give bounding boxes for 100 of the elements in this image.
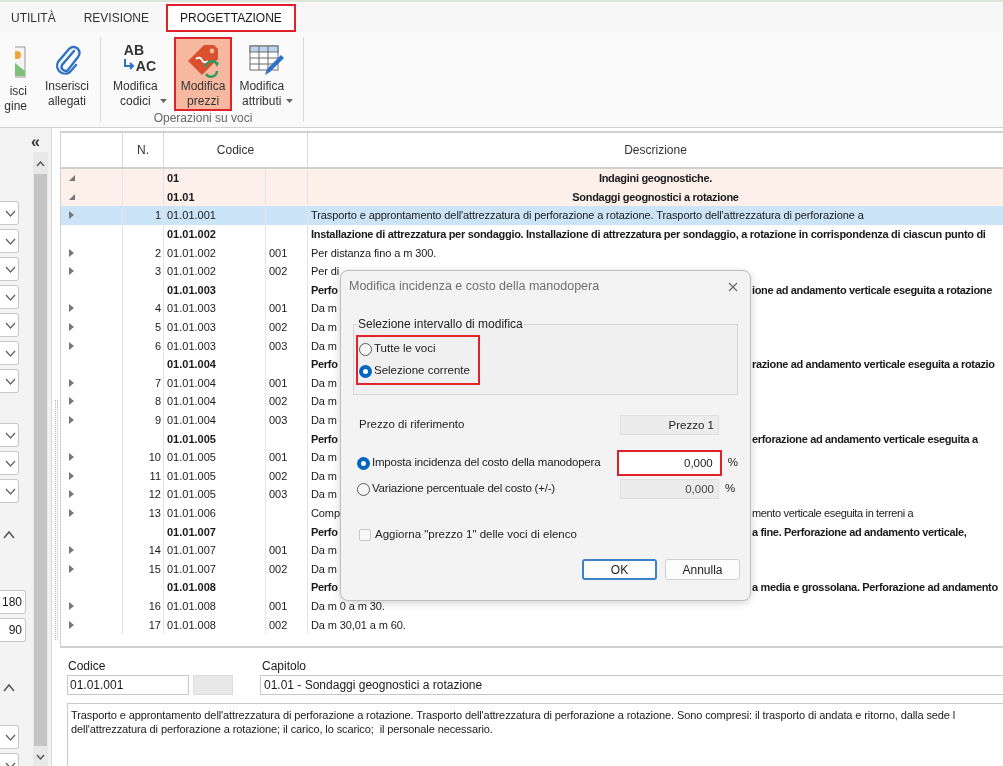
ok-button[interactable]: OK — [582, 559, 657, 581]
dropdown-field[interactable] — [0, 201, 19, 225]
percent-field[interactable]: 0,000 — [620, 479, 719, 499]
percent-field[interactable]: 0,000 — [617, 450, 722, 476]
expand-icon — [69, 490, 74, 499]
chevron-down-icon — [5, 459, 16, 467]
table-cell-text: 001 — [269, 598, 288, 614]
table-row[interactable]: 1 01.01.001 Trasporto e approntamento dell'attrezzatura di perforazione a rotazione. Trasporto dell'attrezzatura di perforazione a — [61, 206, 1003, 225]
table-cell-text: 01.01.002 — [167, 264, 216, 280]
table-cell-text: 01 — [167, 171, 180, 187]
column-header[interactable]: Codice — [216, 141, 255, 159]
table-cell-text: 002 — [269, 320, 288, 336]
table-cell-text: 01.01.003 — [167, 282, 216, 298]
dropdown-field[interactable] — [0, 341, 19, 365]
code-suffix-field[interactable] — [193, 675, 233, 695]
table-cell-text: 01.01.003 — [167, 320, 216, 336]
ribbon-button[interactable]: Inserisci allegati — [38, 37, 96, 111]
checkbox-label[interactable]: Aggiorna "prezzo 1" delle voci di elenco — [375, 526, 577, 544]
table-cell-text: 001 — [269, 301, 288, 317]
table-cell-text: 001 — [269, 375, 288, 391]
table-cell-text: Da m — [311, 561, 337, 577]
table-cell-text: 3 — [154, 264, 161, 280]
chevron-down-icon — [5, 733, 16, 741]
radio-label[interactable]: Imposta incidenza del costo della manodopera — [372, 454, 601, 472]
table-cell-text: 01.01.005 — [167, 487, 216, 503]
dropdown-field[interactable] — [0, 229, 19, 253]
field-label: Capitolo — [261, 658, 308, 674]
radio-label[interactable]: Tutte le voci — [374, 340, 436, 358]
table-cell-text: a media e grossolana. Perforazione ad andamento — [752, 580, 998, 596]
radio-label[interactable]: Variazione percentuale del costo (+/-) — [372, 480, 555, 498]
table-cell-text: 01.01.006 — [167, 506, 216, 521]
dropdown-field[interactable] — [0, 451, 19, 475]
ribbon-button[interactable]: Modifica prezzi — [173, 37, 233, 111]
chevron-down-icon — [5, 209, 16, 217]
column-header[interactable]: N. — [137, 141, 149, 159]
dropdown-field[interactable] — [0, 423, 19, 447]
table-cell-text: 8 — [154, 394, 161, 410]
table-cell-text: Da m — [311, 338, 337, 354]
radio-label[interactable]: Selezione corrente — [374, 362, 470, 380]
expanded-icon — [69, 175, 75, 182]
ribbon-button[interactable]: isci gine — [0, 37, 36, 119]
column-header[interactable]: Descrizione — [624, 141, 687, 159]
table-cell-text: Installazione di attrezzatura per sondaggio. Installazione di attrezzatura per sondaggio, a rotazione in corrispondenza di ciascun punto di — [311, 227, 986, 243]
dropdown-field[interactable] — [0, 369, 19, 393]
radio-button[interactable] — [359, 364, 372, 378]
table-cell-text: 9 — [154, 413, 161, 428]
close-icon — [728, 281, 738, 292]
expand-icon — [69, 267, 74, 276]
table-cell-text: 002 — [269, 617, 288, 633]
table-cell-text: razione ad andamento verticale eseguita a rotazio — [752, 357, 995, 373]
description-field[interactable]: Trasporto e approntamento dell'attrezzatura di perforazione a rotazione. Trasporto dell'attrezzatura di perforazione a rotazione. Sono compresi: il trasporto di andata e ritorno, dalla sede l dell'attrezzatura di perforazione a rotazione; il carico, lo scarico; il personale necessario. — [67, 703, 1003, 766]
checkbox[interactable] — [359, 528, 371, 541]
number-field[interactable]: 180 — [0, 590, 26, 614]
table-cell-text: 002 — [269, 264, 288, 280]
table-cell-text: Da m — [311, 394, 337, 410]
dialog-title: Modifica incidenza e costo della manodopera — [349, 278, 600, 296]
table-cell-text: 12 — [148, 487, 161, 503]
table-cell-text: 2 — [154, 245, 161, 261]
table-cell-text: Per distanza fino a m 300. — [311, 245, 437, 261]
ribbon-tab[interactable]: PROGETTAZIONE — [166, 4, 296, 32]
table-cell-text: Da m — [311, 543, 337, 559]
number-field[interactable]: 90 — [0, 618, 26, 642]
chevron-down-icon — [5, 237, 16, 245]
dropdown-field[interactable] — [0, 313, 19, 337]
reference-price-field[interactable]: Prezzo 1 — [620, 415, 719, 435]
table-cell: Perfo — [311, 581, 338, 594]
dropdown-field[interactable] — [0, 479, 19, 503]
radio-button[interactable] — [359, 342, 372, 356]
radio-button[interactable] — [357, 456, 370, 470]
scrollbar[interactable] — [33, 152, 48, 766]
chevron-down-icon — [5, 293, 16, 301]
chevron-down-icon — [5, 431, 16, 439]
cancel-button[interactable]: Annulla — [665, 559, 740, 581]
collapse-button[interactable]: « — [31, 134, 40, 150]
ribbon-button[interactable]: AB AC Modifica codici — [106, 37, 174, 111]
scroll-down-icon — [36, 754, 45, 760]
table-cell-text: 001 — [269, 543, 288, 559]
scrollbar-thumb[interactable] — [34, 174, 47, 746]
splitter-handle[interactable] — [54, 400, 58, 640]
dropdown-field[interactable] — [0, 285, 19, 309]
table-cell-text: Indagini geognostiche. — [598, 171, 713, 187]
chevron-down-icon — [5, 349, 16, 357]
table-cell-text: 002 — [269, 561, 288, 577]
ribbon-button[interactable]: Modifica attributi — [232, 37, 301, 111]
code-field[interactable]: 01.01.001 — [67, 675, 189, 695]
ribbon-tab[interactable]: UTILITÀ — [0, 4, 67, 32]
dropdown-field[interactable] — [0, 725, 19, 749]
ribbon-tab[interactable]: REVISIONE — [72, 4, 161, 32]
chapter-field[interactable]: 01.01 - Sondaggi geognostici a rotazione — [260, 675, 1003, 695]
table-cell-text: 01.01.007 — [167, 561, 216, 577]
table-cell: Perfo — [311, 358, 338, 371]
expand-icon — [69, 248, 74, 257]
table-cell-text: Per di — [311, 264, 340, 280]
table-cell-text: 01.01.004 — [167, 413, 216, 428]
table-cell-text: Da m — [311, 375, 337, 391]
table-cell-text: 01.01.007 — [167, 543, 216, 559]
table-row[interactable]: 01 Indagini geognostiche. — [61, 169, 1003, 188]
expand-icon — [69, 211, 74, 220]
radio-button[interactable] — [357, 482, 370, 496]
dropdown-field[interactable] — [0, 257, 19, 281]
